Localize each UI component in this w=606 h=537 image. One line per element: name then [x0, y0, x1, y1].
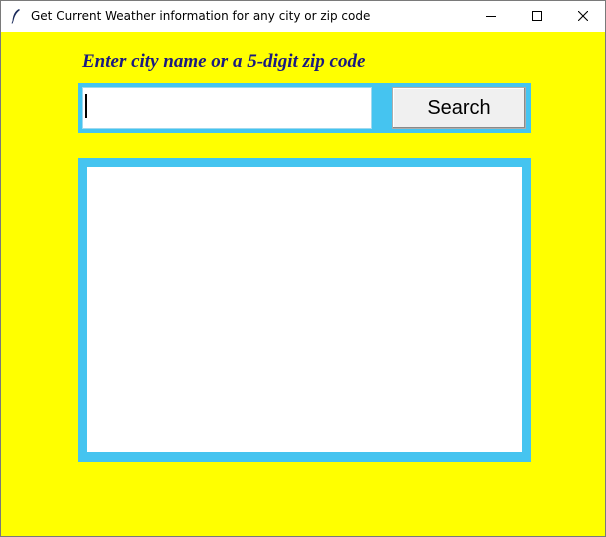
- minimize-icon: [486, 8, 496, 26]
- search-button[interactable]: Search: [392, 87, 526, 129]
- prompt-label: Enter city name or a 5-digit zip code: [82, 51, 366, 72]
- window-title: Get Current Weather information for any …: [31, 9, 371, 23]
- text-caret: [85, 94, 87, 118]
- close-icon: [577, 8, 589, 26]
- results-area: [87, 167, 522, 452]
- feather-icon: [10, 8, 22, 24]
- search-input[interactable]: [82, 87, 372, 129]
- close-button[interactable]: [560, 1, 606, 32]
- results-frame: [78, 158, 531, 462]
- client-area: Enter city name or a 5-digit zip code Se…: [1, 32, 605, 536]
- title-bar[interactable]: Get Current Weather information for any …: [1, 1, 605, 32]
- maximize-icon: [532, 8, 542, 26]
- search-frame: Search: [78, 83, 531, 133]
- minimize-button[interactable]: [468, 1, 514, 32]
- maximize-button[interactable]: [514, 1, 560, 32]
- app-window: Get Current Weather information for any …: [0, 0, 606, 537]
